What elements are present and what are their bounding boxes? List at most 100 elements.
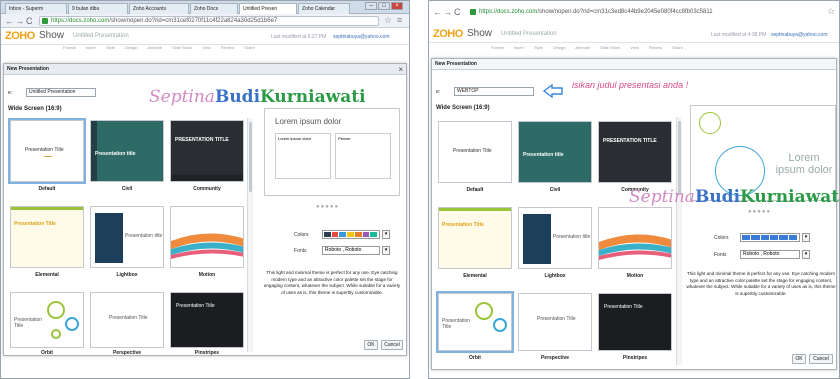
bookmark-star-icon[interactable]: ☆ — [827, 6, 835, 17]
url-field[interactable]: https://docs.zoho.com/show/nopen.do?rid=… — [467, 7, 819, 17]
title-label: e: — [8, 90, 13, 96]
menu-item[interactable]: Style — [106, 45, 115, 50]
reload-icon[interactable]: C — [26, 15, 33, 27]
cancel-button[interactable]: Cancel — [809, 354, 833, 364]
theme-civil[interactable]: Presentation title Civil — [90, 120, 164, 200]
color-palette-select[interactable] — [322, 230, 380, 239]
maximize-button[interactable]: □ — [378, 2, 390, 10]
reload-icon[interactable]: C — [454, 6, 461, 18]
menu-icon[interactable]: ≡ — [397, 15, 402, 25]
menu-item[interactable]: Slide Show — [600, 45, 620, 50]
menu-item[interactable]: Insert — [86, 45, 96, 50]
font-select[interactable]: Roboto , Roboto — [740, 250, 800, 259]
bookmark-star-icon[interactable]: ☆ — [384, 15, 392, 26]
fonts-dropdown-icon[interactable]: ▾ — [802, 250, 810, 259]
menu-item[interactable]: Format — [63, 45, 76, 50]
presentation-name[interactable]: Untitled Presentation — [73, 33, 129, 39]
lock-icon — [470, 9, 476, 15]
theme-orbit[interactable]: Presentation Title Orbit — [10, 292, 84, 362]
preview-col-left: Lorem ipsum dolor — [275, 133, 331, 179]
ok-button[interactable]: OK — [364, 340, 378, 350]
theme-pinstripes[interactable]: Presentation Title Pinstripes — [598, 293, 672, 369]
window-close-button[interactable]: × — [391, 2, 403, 10]
address-bar-row: ← → C https://docs.zoho.com/show/nopen.d… — [429, 5, 839, 19]
zoho-logo: ZOHO — [433, 28, 463, 40]
menu-item[interactable]: Slide Show — [172, 45, 192, 50]
theme-description: This light and minimal theme is perfect … — [263, 270, 401, 295]
url-path: /show/nopen.do?rid=cm31c3ed8c44b9e2045e0… — [537, 9, 713, 15]
browser-tab[interactable]: Zoho Docs — [190, 3, 238, 14]
theme-list-scrollbar[interactable] — [247, 118, 253, 352]
dialog-close-icon[interactable]: × — [398, 64, 403, 75]
theme-community[interactable]: PRESENTATION TITLE Community — [170, 120, 244, 200]
fonts-label: Fonts — [714, 252, 727, 258]
theme-perspective[interactable]: Presentation Title Perspective — [90, 292, 164, 362]
browser-tab-strip: Inbox - Superm 9 bulan dibu Zoho Account… — [1, 1, 409, 14]
fonts-label: Fonts — [294, 248, 307, 254]
forward-icon[interactable]: → — [443, 6, 452, 18]
theme-motion[interactable]: Motion — [170, 206, 244, 286]
font-select[interactable]: Roboto , Roboto — [322, 246, 380, 255]
theme-lightbox[interactable]: Presentation title Lightbox — [518, 207, 592, 287]
scrollbar-thumb[interactable] — [678, 121, 681, 195]
theme-orbit[interactable]: Presentation Title Orbit — [436, 291, 514, 369]
cancel-button[interactable]: Cancel — [381, 340, 403, 350]
menu-item[interactable]: Style — [534, 45, 543, 50]
browser-tab[interactable]: Zoho Calendar — [298, 3, 350, 14]
minimize-button[interactable]: – — [365, 2, 377, 10]
presentation-title-input[interactable]: WEBTOP — [454, 87, 534, 96]
menu-item[interactable]: Design — [125, 45, 137, 50]
theme-motion[interactable]: Motion — [598, 207, 672, 287]
forward-icon[interactable]: → — [15, 15, 24, 27]
lock-icon — [42, 18, 48, 24]
menu-item[interactable]: Share — [672, 45, 683, 50]
theme-default[interactable]: Presentation Title Default — [438, 121, 512, 201]
url-field[interactable]: https://docs.zoho.com/show/nopen.do?rid=… — [39, 16, 379, 26]
colors-dropdown-icon[interactable]: ▾ — [802, 233, 810, 242]
ok-button[interactable]: OK — [792, 354, 806, 364]
scrollbar-thumb[interactable] — [249, 122, 252, 192]
title-label: e: — [436, 89, 441, 95]
back-icon[interactable]: ← — [5, 15, 14, 27]
theme-lightbox[interactable]: Presentation title Lightbox — [90, 206, 164, 286]
url-path: /show/nopen.do?rid=cm31cef0270f11c4f22a8… — [109, 18, 278, 24]
user-email[interactable]: septinabuya@yahoo.com — [333, 34, 390, 40]
browser-tab[interactable]: 9 bulan dibu — [68, 3, 128, 14]
menu-item[interactable]: View — [630, 45, 639, 50]
browser-tab-active[interactable]: Untitled Presen — [239, 3, 297, 14]
menu-item[interactable]: Format — [491, 45, 504, 50]
theme-civil[interactable]: Presentation title Civil — [518, 121, 592, 201]
url-host: https://docs.zoho.com — [51, 18, 110, 24]
app-header: ZOHO Show Untitled Presentation Last mod… — [1, 28, 409, 45]
section-heading: Wide Screen (16:9) — [8, 106, 62, 112]
theme-perspective[interactable]: Presentation Title Perspective — [518, 293, 592, 369]
presentation-name[interactable]: Untitled Presentation — [501, 31, 557, 37]
annotation-text: isikan judul presentasi anda ! — [572, 80, 689, 90]
menu-item[interactable]: Review — [221, 45, 234, 50]
theme-default[interactable]: Presentation Title Default — [8, 118, 86, 200]
menu-item[interactable]: Share — [244, 45, 255, 50]
presentation-title-input[interactable]: Untitled Presentation — [26, 88, 96, 97]
menu-item[interactable]: View — [202, 45, 211, 50]
user-email[interactable]: septinabuya@yahoo.com — [771, 32, 828, 38]
menu-item[interactable]: Animate — [575, 45, 590, 50]
motion-swoosh-icon — [599, 234, 671, 260]
color-palette-select[interactable] — [740, 233, 800, 242]
theme-elemental[interactable]: Presentation Title Elemental — [10, 206, 84, 286]
preview-pager-dots[interactable]: ●●●●● — [748, 209, 771, 215]
theme-elemental[interactable]: Presentation Title Elemental — [438, 207, 512, 287]
theme-list-scrollbar[interactable] — [676, 117, 682, 365]
browser-tab[interactable]: Zoho Accounts — [129, 3, 189, 14]
section-heading: Wide Screen (16:9) — [436, 105, 490, 111]
menu-item[interactable]: Animate — [147, 45, 162, 50]
preview-pager-dots[interactable]: ●●●●● — [316, 204, 339, 210]
address-bar-row: ← → C https://docs.zoho.com/show/nopen.d… — [1, 14, 409, 28]
menu-item[interactable]: Design — [553, 45, 565, 50]
fonts-dropdown-icon[interactable]: ▾ — [382, 246, 390, 255]
menu-item[interactable]: Review — [649, 45, 662, 50]
browser-tab[interactable]: Inbox - Superm — [5, 3, 67, 14]
colors-dropdown-icon[interactable]: ▾ — [382, 230, 390, 239]
menu-item[interactable]: Insert — [514, 45, 524, 50]
back-icon[interactable]: ← — [433, 6, 442, 18]
theme-pinstripes[interactable]: Presentation Title Pinstripes — [170, 292, 244, 362]
